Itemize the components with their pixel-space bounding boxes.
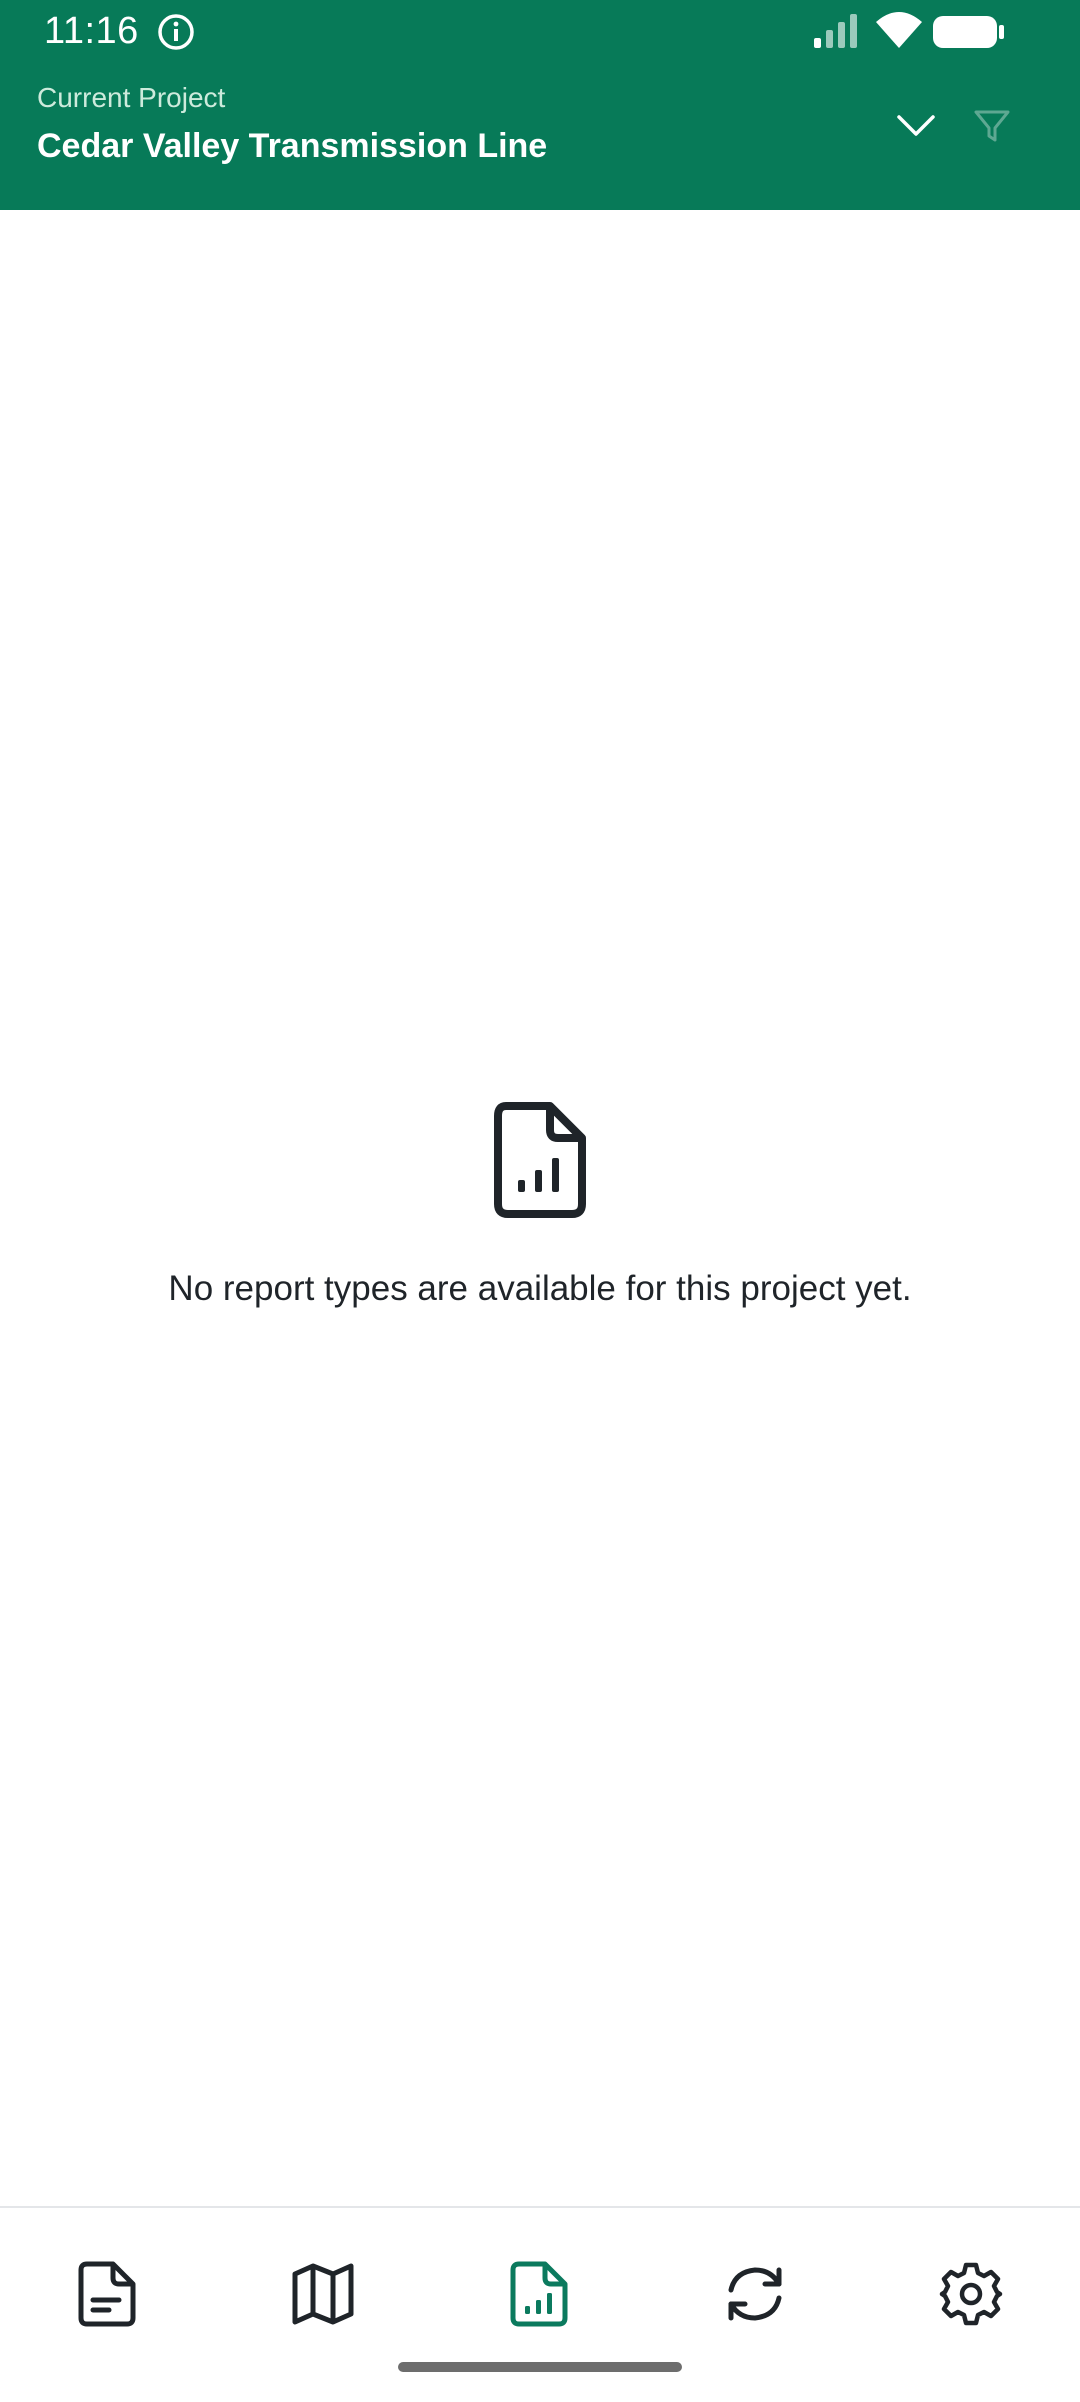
report-chart-file-icon [494, 1102, 586, 1218]
battery-icon [933, 16, 1004, 48]
sync-icon [728, 2267, 782, 2321]
current-project-label: Current Project [37, 82, 226, 113]
document-icon [78, 2261, 136, 2327]
report-chart-file-icon [510, 2261, 568, 2327]
home-indicator [398, 2362, 682, 2372]
empty-state-message: No report types are available for this p… [168, 1269, 912, 1308]
nav-sync[interactable] [695, 2244, 815, 2344]
nav-reports[interactable] [479, 2244, 599, 2344]
nav-forms[interactable] [47, 2244, 167, 2344]
bottom-navigation [0, 2206, 1080, 2402]
wifi-icon [876, 12, 922, 48]
gear-icon [939, 2262, 1003, 2326]
chevron-down-icon [897, 115, 935, 136]
nav-map[interactable] [263, 2244, 383, 2344]
empty-state: No report types are available for this p… [0, 1100, 1080, 1312]
cellular-signal-icon [814, 14, 857, 48]
map-icon [292, 2263, 354, 2325]
nav-settings[interactable] [911, 2244, 1031, 2344]
project-title[interactable]: Cedar Valley Transmission Line [37, 124, 547, 168]
project-dropdown-button[interactable] [884, 98, 948, 154]
app-header: 11:16 Current Project Cedar Valley Trans… [0, 0, 1080, 210]
filter-icon [974, 110, 1010, 142]
info-icon [158, 14, 194, 50]
status-time: 11:16 [44, 10, 139, 52]
status-bar: 11:16 [0, 0, 1080, 62]
